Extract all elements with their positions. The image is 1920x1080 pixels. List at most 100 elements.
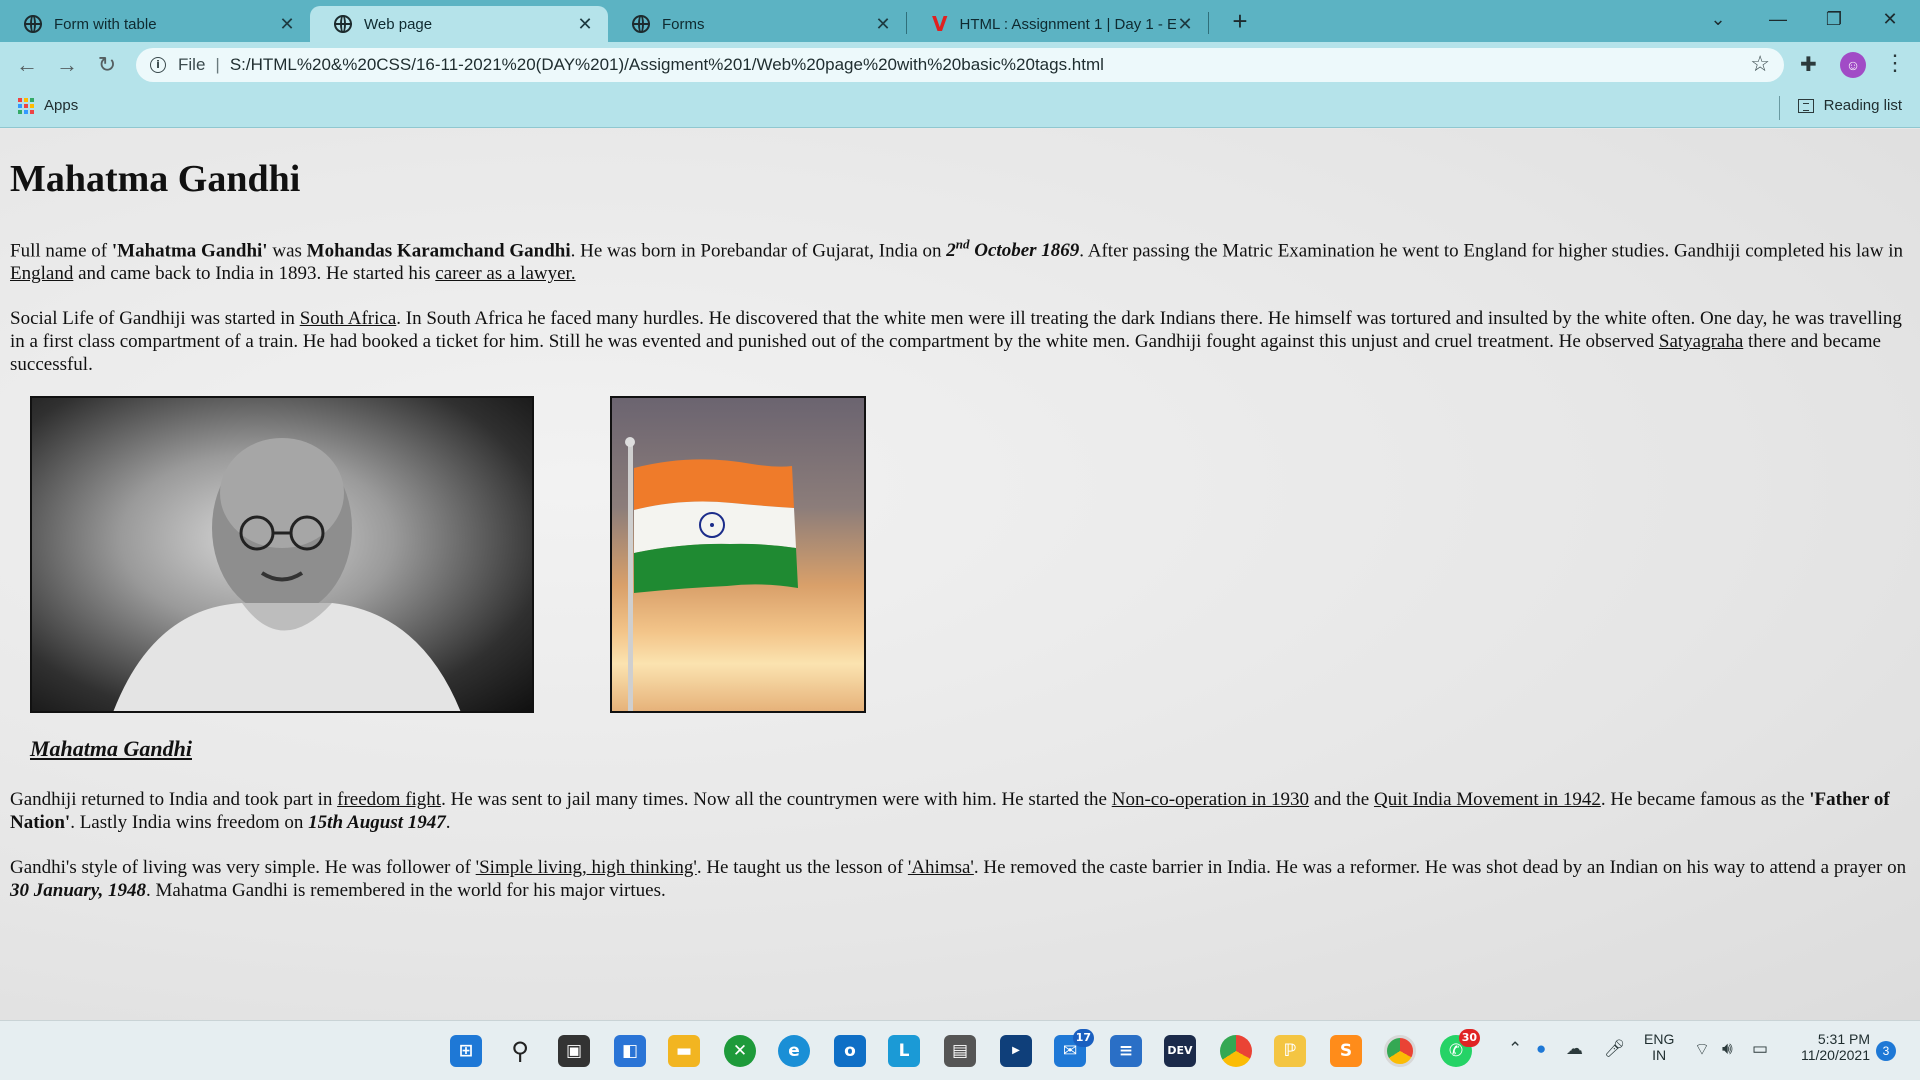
link-ahimsa[interactable]: 'Ahimsa' xyxy=(908,857,974,878)
address-divider: | xyxy=(215,55,220,74)
mail-icon[interactable]: ✉ 17 xyxy=(1054,1029,1094,1067)
microphone-icon[interactable]: 🎤︎ xyxy=(1604,1039,1626,1059)
close-icon[interactable]: ✕ xyxy=(278,14,296,35)
bookmark-star-icon[interactable]: ☆ xyxy=(1750,51,1770,77)
language-indicator[interactable]: ENG IN xyxy=(1644,1031,1674,1063)
mail-badge: 17 xyxy=(1072,1029,1094,1047)
globe-icon xyxy=(632,15,650,33)
onedrive-cloud-icon[interactable]: ☁ xyxy=(1566,1039,1583,1059)
window-close-icon[interactable]: ✕ xyxy=(1862,0,1918,40)
battery-icon[interactable]: ▭ xyxy=(1752,1039,1768,1059)
browser-tab-strip: Form with table ✕ Web page ✕ Forms ✕ V H… xyxy=(0,0,1920,42)
tab-forms[interactable]: Forms ✕ xyxy=(608,6,906,42)
link-satyagraha[interactable]: Satyagraha xyxy=(1659,331,1743,352)
outlook-icon[interactable]: o xyxy=(834,1035,866,1067)
link-career-lawyer[interactable]: career as a lawyer. xyxy=(435,263,575,284)
bookmarks-bar: Apps Reading list xyxy=(0,88,1920,128)
forward-arrow-icon[interactable]: → xyxy=(52,50,82,80)
whatsapp-icon[interactable]: ✆ 30 xyxy=(1440,1029,1480,1067)
reload-icon[interactable]: ↻ xyxy=(92,50,122,80)
minimize-icon[interactable]: — xyxy=(1750,0,1806,40)
clock-time: 5:31 PM xyxy=(1817,1031,1870,1047)
file-explorer-icon[interactable]: ▬ xyxy=(668,1035,700,1067)
death-date: 30 January, 1948 xyxy=(10,880,147,902)
birth-date: October 1869 xyxy=(969,240,1080,262)
apps-label: Apps xyxy=(44,97,79,114)
search-icon[interactable]: ⚲ xyxy=(504,1035,536,1067)
windows-taskbar: ⊞ ⚲ ▣ ◧ ▬ ✕ e o L ▤ ▶ ✉ 17 ≡ DEV ℙ S ✆ 30 … xyxy=(0,1020,1920,1080)
monitor-app-icon[interactable]: ▤ xyxy=(944,1035,976,1067)
link-quit-india[interactable]: Quit India Movement in 1942 xyxy=(1374,789,1601,810)
new-tab-button[interactable]: + xyxy=(1222,6,1258,38)
text: Full name of xyxy=(10,240,112,262)
tab-search-chevron-icon[interactable]: ⌄ xyxy=(1690,0,1746,40)
reading-list-icon xyxy=(1797,98,1814,113)
browser-menu-icon[interactable]: ⋮ xyxy=(1884,50,1906,76)
paragraph-lifestyle: Gandhi's style of living was very simple… xyxy=(10,856,1910,902)
birth-day: 2 xyxy=(946,240,956,262)
task-view-icon[interactable]: ▣ xyxy=(558,1035,590,1067)
text: . Mahatma Gandhi is remembered in the wo… xyxy=(146,880,666,902)
whatsapp-badge: 30 xyxy=(1458,1029,1480,1047)
prime-video-icon[interactable]: ▶ xyxy=(1000,1035,1032,1067)
python-icon[interactable]: ℙ xyxy=(1274,1035,1306,1067)
tab-title: Form with table xyxy=(54,15,157,33)
wifi-icon[interactable]: ⌔ xyxy=(1694,1039,1710,1060)
widgets-icon[interactable]: ◧ xyxy=(614,1035,646,1067)
chrome-profile-icon[interactable] xyxy=(1384,1035,1416,1067)
text: and the xyxy=(1309,789,1374,811)
bold-text: 'Mahatma Gandhi' xyxy=(111,240,268,262)
text: . He taught us the lesson of xyxy=(696,857,908,879)
paragraph-south-africa: Social Life of Gandhiji was started in S… xyxy=(10,307,1910,376)
tab-separator xyxy=(906,12,907,34)
globe-icon xyxy=(24,15,42,33)
clock-date: 11/20/2021 xyxy=(1800,1047,1870,1063)
close-icon[interactable]: ✕ xyxy=(576,14,594,35)
back-arrow-icon[interactable]: ← xyxy=(12,50,42,80)
edge-browser-icon[interactable]: e xyxy=(778,1035,810,1067)
notepad-icon[interactable]: ≡ xyxy=(1110,1035,1142,1067)
url-text[interactable]: S:/HTML%20&%20CSS/16-11-2021%20(DAY%201)… xyxy=(230,55,1104,75)
lang-code: ENG xyxy=(1644,1031,1675,1047)
link-south-africa[interactable]: South Africa xyxy=(300,308,397,329)
link-non-cooperation[interactable]: Non-co-operation in 1930 xyxy=(1112,789,1309,810)
l-app-icon[interactable]: L xyxy=(888,1035,920,1067)
ordinal-suffix: nd xyxy=(955,237,970,252)
sublime-text-icon[interactable]: S xyxy=(1330,1035,1362,1067)
tab-web-page[interactable]: Web page ✕ xyxy=(310,6,608,42)
restore-icon[interactable]: ❐ xyxy=(1806,0,1862,40)
reading-list-button[interactable]: Reading list xyxy=(1797,97,1902,114)
text: . He was born in Porebandar of Gujarat, … xyxy=(570,240,947,262)
bold-full-name: Mohandas Karamchand Gandhi xyxy=(306,240,571,262)
page-heading: Mahatma Gandhi xyxy=(10,158,301,200)
info-icon[interactable]: i xyxy=(150,57,166,73)
text: Social Life of Gandhiji was started in xyxy=(10,308,300,330)
profile-avatar[interactable]: ☺ xyxy=(1840,52,1866,78)
chrome-icon[interactable] xyxy=(1220,1035,1252,1067)
text: . After passing the Matric Examination h… xyxy=(1079,240,1903,262)
paragraph-freedom: Gandhiji returned to India and took part… xyxy=(10,788,1910,834)
tab-html-assignment[interactable]: V HTML : Assignment 1 | Day 1 - Ec ✕ xyxy=(908,6,1208,42)
tab-form-with-table[interactable]: Form with table ✕ xyxy=(0,6,310,42)
tab-title: HTML : Assignment 1 | Day 1 - Ec xyxy=(959,15,1176,33)
notification-count-badge[interactable]: 3 xyxy=(1876,1041,1896,1061)
apps-shortcut[interactable]: Apps xyxy=(18,97,78,114)
xbox-icon[interactable]: ✕ xyxy=(724,1035,756,1067)
address-bar[interactable]: i File | S:/HTML%20&%20CSS/16-11-2021%20… xyxy=(136,48,1784,82)
paragraph-birth: Full name of 'Mahatma Gandhi' was Mohand… xyxy=(10,233,1910,285)
volume-icon[interactable]: 🔊︎ xyxy=(1722,1039,1733,1059)
dev-app-icon[interactable]: DEV xyxy=(1164,1035,1196,1067)
text: . He removed the caste barrier in India.… xyxy=(973,857,1907,879)
tray-chevron-icon[interactable]: ⌃ xyxy=(1508,1039,1522,1059)
reading-list-label: Reading list xyxy=(1823,97,1902,114)
link-england[interactable]: England xyxy=(10,263,73,284)
extensions-puzzle-icon[interactable]: ✚ xyxy=(1800,52,1817,77)
link-simple-living[interactable]: 'Simple living, high thinking' xyxy=(476,857,697,878)
clock[interactable]: 5:31 PM 11/20/2021 xyxy=(1790,1031,1870,1063)
close-icon[interactable]: ✕ xyxy=(874,14,892,35)
tab-title: Forms xyxy=(662,15,705,33)
close-icon[interactable]: ✕ xyxy=(1176,14,1194,35)
link-freedom-fight[interactable]: freedom fight xyxy=(337,789,441,810)
tray-app-icon[interactable]: ● xyxy=(1536,1039,1546,1059)
windows-start-icon[interactable]: ⊞ xyxy=(450,1035,482,1067)
